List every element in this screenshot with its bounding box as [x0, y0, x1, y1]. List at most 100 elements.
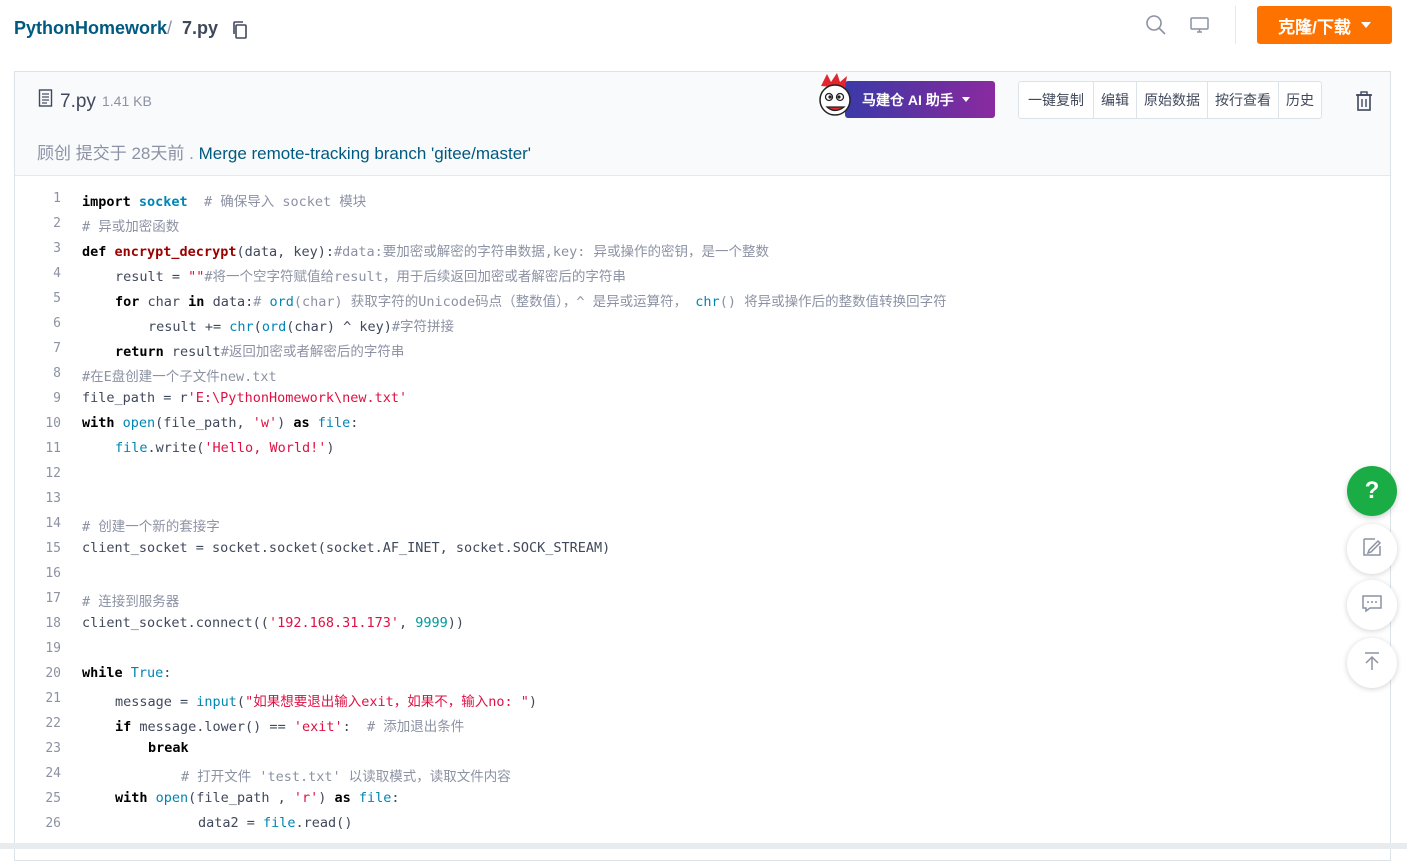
feedback-button[interactable] [1347, 524, 1397, 574]
line-number[interactable]: 6 [15, 316, 61, 331]
file-size: 1.41 KB [102, 93, 152, 109]
code-comment: #data:要加密或解密的字符串数据,key: 异或操作的密钥，是一个整数 [334, 244, 770, 260]
code-text: (char) ^ key) [286, 319, 392, 335]
line-number[interactable]: 7 [15, 341, 61, 356]
code-line: result = ""#将一个空字符赋值给result，用于后续返回加密或者解密… [115, 265, 626, 285]
line-number[interactable]: 24 [15, 766, 61, 781]
breadcrumb-file: 7.py [182, 18, 219, 38]
line-number[interactable]: 26 [15, 816, 61, 831]
line-number[interactable]: 22 [15, 716, 61, 731]
mascot-icon [815, 72, 855, 120]
line-number[interactable]: 13 [15, 491, 61, 506]
line-number[interactable]: 4 [15, 266, 61, 281]
history-button[interactable]: 历史 [1278, 82, 1321, 118]
comment-icon [1361, 592, 1383, 619]
clone-download-button[interactable]: 克隆/下载 [1257, 6, 1392, 44]
code-builtin: chr [229, 319, 254, 335]
line-number[interactable]: 14 [15, 516, 61, 531]
code-text: result [163, 344, 221, 360]
code-comment: # [253, 294, 270, 310]
line-number[interactable]: 19 [15, 641, 61, 656]
comment-button[interactable] [1347, 580, 1397, 630]
line-number[interactable]: 9 [15, 391, 61, 406]
code-string: "" [188, 269, 205, 285]
code-number: 9999 [415, 615, 448, 631]
code-line: # 创建一个新的套接字 [82, 515, 220, 535]
line-number[interactable]: 18 [15, 616, 61, 631]
back-to-top-button[interactable] [1347, 638, 1397, 688]
code-keyword: as [334, 790, 351, 806]
ai-assistant-button[interactable]: 马建仓 AI 助手 [845, 81, 995, 118]
code-builtin: ord [261, 319, 287, 335]
code-text: (file_path, [155, 415, 253, 431]
line-number[interactable]: 12 [15, 466, 61, 481]
line-number[interactable]: 1 [15, 191, 61, 206]
code-comment: #返回加密或者解密后的字符串 [220, 344, 405, 360]
code-keyword: break [148, 740, 189, 756]
code-comment: #字符拼接 [391, 319, 455, 335]
code-keyword: as [293, 415, 310, 431]
code-line: # 连接到服务器 [82, 590, 179, 610]
code-keyword: with [115, 790, 148, 806]
code-text: ) [326, 440, 335, 456]
line-number[interactable]: 25 [15, 791, 61, 806]
code-line: for char in data:# ord(char) 获取字符的Unicod… [115, 290, 947, 310]
code-text: )) [447, 615, 465, 631]
code-string: '192.168.31.173' [268, 615, 399, 631]
code-text: : [342, 719, 367, 735]
line-number[interactable]: 11 [15, 441, 61, 456]
edit-button[interactable]: 编辑 [1093, 82, 1136, 118]
line-number[interactable]: 20 [15, 666, 61, 681]
trash-icon[interactable] [1355, 91, 1373, 111]
commit-time: 28天前 [131, 144, 185, 163]
line-number[interactable]: 15 [15, 541, 61, 556]
copy-all-button[interactable]: 一键复制 [1019, 82, 1093, 118]
line-number[interactable]: 16 [15, 566, 61, 581]
code-text: , [398, 615, 416, 631]
header-divider [1235, 6, 1236, 44]
back-to-top-icon [1361, 650, 1383, 677]
search-icon[interactable] [1145, 14, 1167, 36]
commit-author[interactable]: 顾创 [37, 144, 71, 163]
line-number[interactable]: 23 [15, 741, 61, 756]
code-keyword: for [115, 294, 140, 310]
blame-button[interactable]: 按行查看 [1207, 82, 1278, 118]
line-number[interactable]: 3 [15, 241, 61, 256]
line-number[interactable]: 8 [15, 366, 61, 381]
copy-icon[interactable] [231, 20, 251, 40]
line-number[interactable]: 2 [15, 216, 61, 231]
code-comment: (char) 获取字符的Unicode码点（整数值），^ 是异或运算符， [293, 294, 696, 310]
line-number[interactable]: 17 [15, 591, 61, 606]
code-line: import socket # 确保导入 socket 模块 [82, 190, 366, 210]
code-builtin: input [196, 694, 237, 710]
code-keyword: with [82, 415, 115, 431]
code-string: "如果想要退出输入exit，如果不，输入no: " [245, 694, 529, 710]
raw-button[interactable]: 原始数据 [1136, 82, 1207, 118]
line-number[interactable]: 5 [15, 291, 61, 306]
code-text: (data, key): [236, 244, 334, 260]
help-button[interactable]: ? [1347, 466, 1397, 516]
code-comment: # 打开文件 'test.txt' 以读取模式，读取文件内容 [181, 769, 511, 785]
code-builtin: open [122, 415, 156, 431]
code-text: ( [253, 319, 262, 335]
top-bar: PythonHomework / 7.py 克隆/下载 [0, 0, 1407, 56]
code-line: #在E盘创建一个子文件new.txt [82, 365, 277, 385]
code-builtin: file [317, 415, 351, 431]
code-comment: # 确保导入 socket 模块 [203, 194, 367, 210]
line-number[interactable]: 21 [15, 691, 61, 706]
code-line: message = input("如果想要退出输入exit，如果不，输入no: … [115, 690, 537, 710]
breadcrumb-repo-link[interactable]: PythonHomework [14, 18, 167, 39]
code-line: # 打开文件 'test.txt' 以读取模式，读取文件内容 [181, 765, 511, 785]
commit-info: 顾创 提交于 28天前 . Merge remote-tracking bran… [37, 139, 531, 164]
code-text: client_socket.connect(( [82, 615, 269, 631]
code-line: return result#返回加密或者解密后的字符串 [115, 340, 404, 360]
code-comment: # 添加退出条件 [367, 719, 465, 735]
monitor-icon[interactable] [1188, 14, 1212, 36]
file-name: 7.py [60, 91, 96, 112]
commit-message-link[interactable]: Merge remote-tracking branch 'gitee/mast… [199, 144, 531, 163]
code-string: 'exit' [293, 719, 343, 735]
code-builtin: chr [695, 294, 720, 310]
code-line: break [148, 740, 189, 756]
code-string: 'r' [293, 790, 319, 806]
line-number[interactable]: 10 [15, 416, 61, 431]
